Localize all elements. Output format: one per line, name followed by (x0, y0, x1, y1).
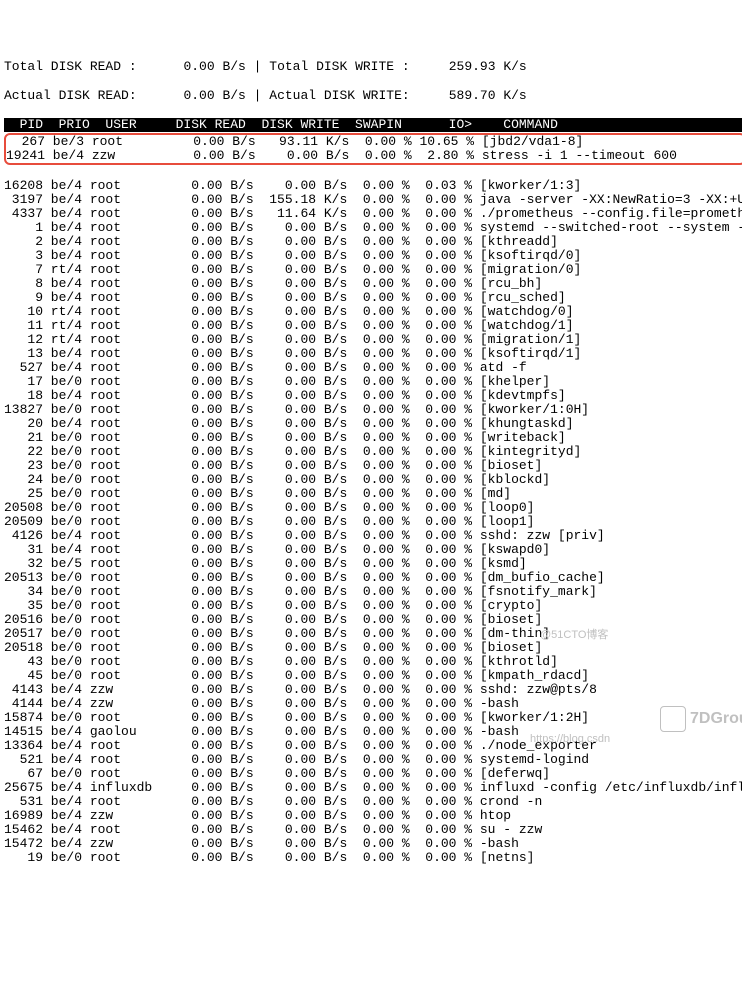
process-row[interactable]: 35 be/0 root 0.00 B/s 0.00 B/s 0.00 % 0.… (4, 599, 742, 613)
process-row[interactable]: 16989 be/4 zzw 0.00 B/s 0.00 B/s 0.00 % … (4, 809, 742, 823)
process-row[interactable]: 24 be/0 root 0.00 B/s 0.00 B/s 0.00 % 0.… (4, 473, 742, 487)
process-row[interactable]: 7 rt/4 root 0.00 B/s 0.00 B/s 0.00 % 0.0… (4, 263, 742, 277)
table-header[interactable]: PID PRIO USER DISK READ DISK WRITE SWAPI… (4, 118, 742, 132)
process-row[interactable]: 15874 be/0 root 0.00 B/s 0.00 B/s 0.00 %… (4, 711, 742, 725)
process-row[interactable]: 2 be/4 root 0.00 B/s 0.00 B/s 0.00 % 0.0… (4, 235, 742, 249)
process-row[interactable]: 20516 be/0 root 0.00 B/s 0.00 B/s 0.00 %… (4, 613, 742, 627)
actual-read-value: 0.00 B/s (183, 88, 245, 103)
process-row[interactable]: 3 be/4 root 0.00 B/s 0.00 B/s 0.00 % 0.0… (4, 249, 742, 263)
watermark-group: 7DGroup (660, 706, 742, 732)
actual-write-label: Actual DISK WRITE: (269, 88, 409, 103)
process-row[interactable]: 11 rt/4 root 0.00 B/s 0.00 B/s 0.00 % 0.… (4, 319, 742, 333)
process-row[interactable]: 43 be/0 root 0.00 B/s 0.00 B/s 0.00 % 0.… (4, 655, 742, 669)
total-write-value: 259.93 K/s (449, 59, 527, 74)
process-row[interactable]: 10 rt/4 root 0.00 B/s 0.00 B/s 0.00 % 0.… (4, 305, 742, 319)
actual-read-label: Actual DISK READ: (4, 88, 137, 103)
process-row[interactable]: 15462 be/4 root 0.00 B/s 0.00 B/s 0.00 %… (4, 823, 742, 837)
process-row[interactable]: 13 be/4 root 0.00 B/s 0.00 B/s 0.00 % 0.… (4, 347, 742, 361)
process-row[interactable]: 18 be/4 root 0.00 B/s 0.00 B/s 0.00 % 0.… (4, 389, 742, 403)
process-list[interactable]: 16208 be/4 root 0.00 B/s 0.00 B/s 0.00 %… (4, 179, 742, 865)
process-row[interactable]: 1 be/4 root 0.00 B/s 0.00 B/s 0.00 % 0.0… (4, 221, 742, 235)
process-row[interactable]: 12 rt/4 root 0.00 B/s 0.00 B/s 0.00 % 0.… (4, 333, 742, 347)
process-row[interactable]: 25675 be/4 influxdb 0.00 B/s 0.00 B/s 0.… (4, 781, 742, 795)
process-row[interactable]: 527 be/4 root 0.00 B/s 0.00 B/s 0.00 % 0… (4, 361, 742, 375)
process-row[interactable]: 20513 be/0 root 0.00 B/s 0.00 B/s 0.00 %… (4, 571, 742, 585)
process-row[interactable]: 31 be/4 root 0.00 B/s 0.00 B/s 0.00 % 0.… (4, 543, 742, 557)
process-row[interactable]: 19 be/0 root 0.00 B/s 0.00 B/s 0.00 % 0.… (4, 851, 742, 865)
process-row[interactable]: 14515 be/4 gaolou 0.00 B/s 0.00 B/s 0.00… (4, 725, 742, 739)
highlighted-row[interactable]: 267 be/3 root 0.00 B/s 93.11 K/s 0.00 % … (6, 135, 742, 149)
wechat-icon (660, 706, 686, 732)
watermark-blog: https://blog.csdn (530, 732, 610, 746)
process-row[interactable]: 32 be/5 root 0.00 B/s 0.00 B/s 0.00 % 0.… (4, 557, 742, 571)
process-row[interactable]: 21 be/0 root 0.00 B/s 0.00 B/s 0.00 % 0.… (4, 431, 742, 445)
process-row[interactable]: 4337 be/4 root 0.00 B/s 11.64 K/s 0.00 %… (4, 207, 742, 221)
process-row[interactable]: 13364 be/4 root 0.00 B/s 0.00 B/s 0.00 %… (4, 739, 742, 753)
process-row[interactable]: 4126 be/4 root 0.00 B/s 0.00 B/s 0.00 % … (4, 529, 742, 543)
process-row[interactable]: 4143 be/4 zzw 0.00 B/s 0.00 B/s 0.00 % 0… (4, 683, 742, 697)
total-read-value: 0.00 B/s (183, 59, 245, 74)
process-row[interactable]: 20508 be/0 root 0.00 B/s 0.00 B/s 0.00 %… (4, 501, 742, 515)
summary-total: Total DISK READ : 0.00 B/s | Total DISK … (4, 60, 742, 74)
highlighted-rows: 267 be/3 root 0.00 B/s 93.11 K/s 0.00 % … (4, 133, 742, 165)
process-row[interactable]: 25 be/0 root 0.00 B/s 0.00 B/s 0.00 % 0.… (4, 487, 742, 501)
process-row[interactable]: 20518 be/0 root 0.00 B/s 0.00 B/s 0.00 %… (4, 641, 742, 655)
process-row[interactable]: 13827 be/0 root 0.00 B/s 0.00 B/s 0.00 %… (4, 403, 742, 417)
process-row[interactable]: 531 be/4 root 0.00 B/s 0.00 B/s 0.00 % 0… (4, 795, 742, 809)
process-row[interactable]: 45 be/0 root 0.00 B/s 0.00 B/s 0.00 % 0.… (4, 669, 742, 683)
process-row[interactable]: 16208 be/4 root 0.00 B/s 0.00 B/s 0.00 %… (4, 179, 742, 193)
process-row[interactable]: 20 be/4 root 0.00 B/s 0.00 B/s 0.00 % 0.… (4, 417, 742, 431)
process-row[interactable]: 4144 be/4 zzw 0.00 B/s 0.00 B/s 0.00 % 0… (4, 697, 742, 711)
process-row[interactable]: 20509 be/0 root 0.00 B/s 0.00 B/s 0.00 %… (4, 515, 742, 529)
highlighted-row[interactable]: 19241 be/4 zzw 0.00 B/s 0.00 B/s 0.00 % … (6, 149, 742, 163)
process-row[interactable]: 20517 be/0 root 0.00 B/s 0.00 B/s 0.00 %… (4, 627, 742, 641)
process-row[interactable]: 521 be/4 root 0.00 B/s 0.00 B/s 0.00 % 0… (4, 753, 742, 767)
process-row[interactable]: 3197 be/4 root 0.00 B/s 155.18 K/s 0.00 … (4, 193, 742, 207)
total-read-label: Total DISK READ : (4, 59, 137, 74)
total-write-label: Total DISK WRITE : (269, 59, 409, 74)
process-row[interactable]: 17 be/0 root 0.00 B/s 0.00 B/s 0.00 % 0.… (4, 375, 742, 389)
actual-write-value: 589.70 K/s (449, 88, 527, 103)
process-row[interactable]: 22 be/0 root 0.00 B/s 0.00 B/s 0.00 % 0.… (4, 445, 742, 459)
summary-actual: Actual DISK READ: 0.00 B/s | Actual DISK… (4, 89, 742, 103)
process-row[interactable]: 23 be/0 root 0.00 B/s 0.00 B/s 0.00 % 0.… (4, 459, 742, 473)
process-row[interactable]: 67 be/0 root 0.00 B/s 0.00 B/s 0.00 % 0.… (4, 767, 742, 781)
process-row[interactable]: 9 be/4 root 0.00 B/s 0.00 B/s 0.00 % 0.0… (4, 291, 742, 305)
process-row[interactable]: 15472 be/4 zzw 0.00 B/s 0.00 B/s 0.00 % … (4, 837, 742, 851)
watermark-csdn: @51CTO博客 (540, 628, 608, 642)
process-row[interactable]: 34 be/0 root 0.00 B/s 0.00 B/s 0.00 % 0.… (4, 585, 742, 599)
process-row[interactable]: 8 be/4 root 0.00 B/s 0.00 B/s 0.00 % 0.0… (4, 277, 742, 291)
